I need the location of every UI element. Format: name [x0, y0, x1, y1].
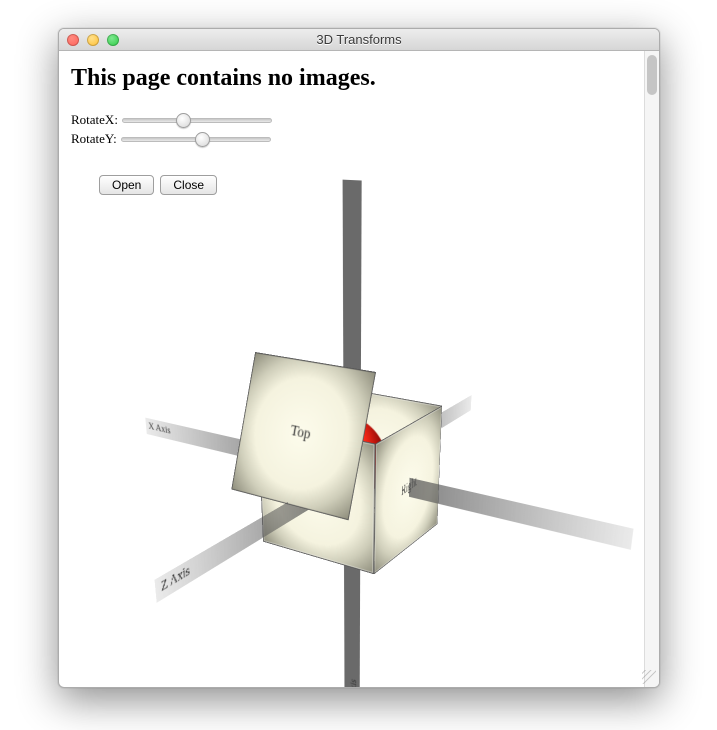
- vertical-scrollbar[interactable]: [644, 51, 659, 687]
- rotate-y-slider[interactable]: [121, 137, 271, 142]
- scrollbar-thumb[interactable]: [647, 55, 657, 95]
- titlebar[interactable]: 3D Transforms: [59, 29, 659, 51]
- rotate-x-label: RotateX:: [71, 112, 118, 128]
- scene: X Axis Y Axis Z Axis Front Back Left: [352, 474, 353, 475]
- rotate-y-row: RotateY:: [71, 131, 632, 147]
- content-area: This page contains no images. RotateX: R…: [59, 51, 644, 687]
- scene-wrap: X Axis Y Axis Z Axis Front Back Left: [59, 181, 644, 687]
- page-heading: This page contains no images.: [71, 65, 632, 92]
- app-window: 3D Transforms This page contains no imag…: [58, 28, 660, 688]
- rotate-x-slider[interactable]: [122, 118, 272, 123]
- rotate-x-row: RotateX:: [71, 112, 632, 128]
- resize-corner-icon[interactable]: [642, 670, 656, 684]
- rotation-controls: RotateX: RotateY:: [71, 112, 632, 147]
- rotate-y-label: RotateY:: [71, 131, 117, 147]
- window-title: 3D Transforms: [59, 32, 659, 47]
